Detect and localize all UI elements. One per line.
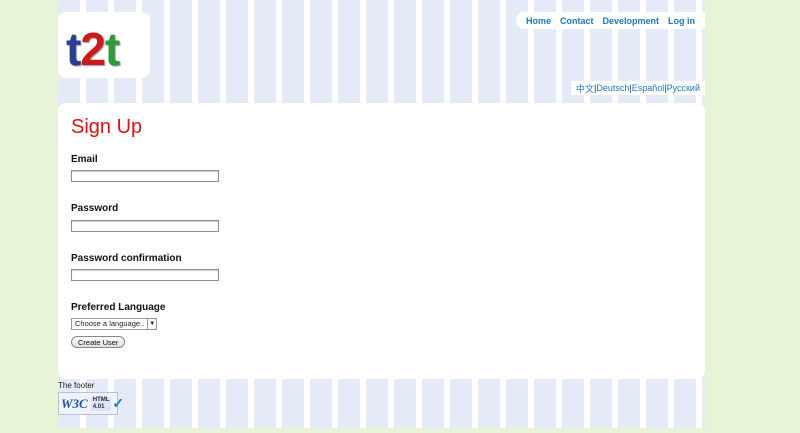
nav-contact-link[interactable]: Contact xyxy=(560,16,594,26)
logo-letter-t-2: t xyxy=(104,23,120,75)
html-version: 4.01 xyxy=(92,403,105,410)
password-label: Password xyxy=(71,203,119,214)
email-label: Email xyxy=(71,154,98,165)
create-user-button[interactable]: Create User xyxy=(71,336,126,348)
password-confirmation-field[interactable] xyxy=(71,269,219,281)
nav-login-link[interactable]: Log in xyxy=(668,16,695,26)
language-switcher: 中文 | Deutsch | Español | Русский xyxy=(570,81,705,95)
lang-russian-link[interactable]: Русский xyxy=(667,83,700,93)
preferred-language-label: Preferred Language xyxy=(71,302,166,313)
logo[interactable]: t2t xyxy=(66,23,120,75)
checkmark-icon: ✓ xyxy=(112,395,125,411)
chevron-down-icon: ▼ xyxy=(148,318,158,330)
w3c-html-badge[interactable]: W3C HTML 4.01 ✓ xyxy=(58,392,124,415)
footer-text: The footer xyxy=(58,381,95,390)
lang-chinese-link[interactable]: 中文 xyxy=(576,82,594,95)
signup-panel: Sign Up Email Password Password confirma… xyxy=(58,103,705,379)
page-title: Sign Up xyxy=(71,116,143,138)
email-field[interactable] xyxy=(71,170,219,182)
logo-digit-2: 2 xyxy=(80,23,106,75)
logo-letter-t: t xyxy=(66,23,81,75)
html-version-label: HTML 4.01 xyxy=(90,396,112,411)
nav-home-link[interactable]: Home xyxy=(526,16,551,26)
password-field[interactable] xyxy=(71,220,219,232)
top-navigation: Home Contact Development Log in xyxy=(515,12,705,29)
lang-spanish-link[interactable]: Español xyxy=(632,83,665,93)
page-wrapper: t2t Home Contact Development Log in 中文 | … xyxy=(58,0,705,428)
html-label: HTML xyxy=(92,396,110,403)
w3c-logo-text: W3C xyxy=(61,395,88,411)
logo-box[interactable]: t2t xyxy=(58,12,150,78)
lang-german-link[interactable]: Deutsch xyxy=(596,83,629,93)
password-confirmation-label: Password confirmation xyxy=(71,253,182,264)
nav-development-link[interactable]: Development xyxy=(602,16,659,26)
language-select[interactable]: Choose a language.. ▼ xyxy=(71,318,158,330)
language-select-value: Choose a language.. xyxy=(71,318,149,330)
